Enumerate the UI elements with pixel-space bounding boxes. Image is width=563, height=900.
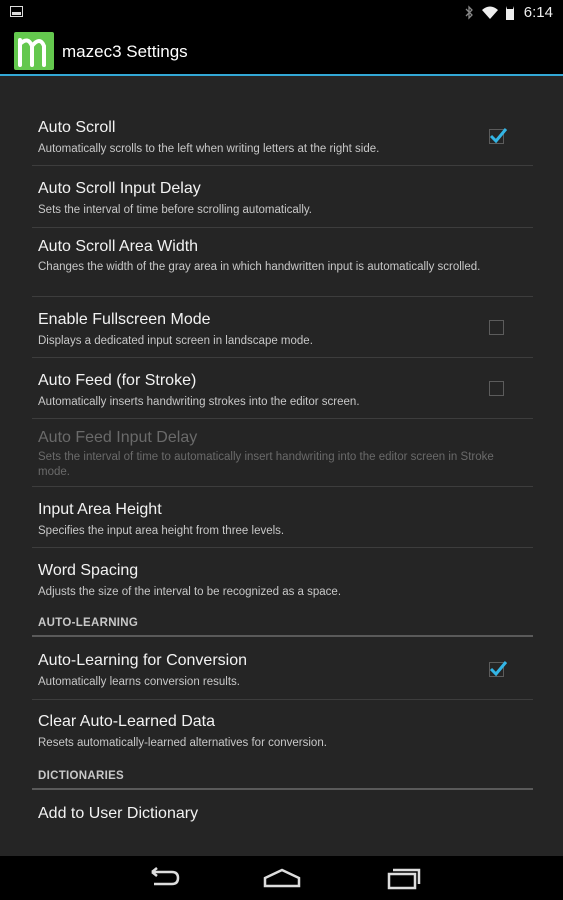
bluetooth-icon — [465, 5, 473, 20]
setting-auto-scroll-input-delay[interactable]: Auto Scroll Input Delay Sets the interva… — [32, 166, 533, 226]
setting-enable-fullscreen-mode[interactable]: Enable Fullscreen Mode Displays a dedica… — [32, 297, 533, 357]
setting-summary: Automatically learns conversion results. — [38, 676, 240, 688]
setting-title: Auto Scroll — [38, 119, 116, 136]
setting-summary: Resets automatically-learned alternative… — [38, 737, 327, 749]
setting-auto-scroll-area-width[interactable]: Auto Scroll Area Width Changes the width… — [32, 228, 533, 296]
status-bar: 6:14 — [0, 0, 563, 26]
setting-summary: Automatically scrolls to the left when w… — [38, 143, 380, 155]
checkmark-icon — [489, 661, 508, 677]
wifi-icon — [481, 6, 498, 19]
setting-auto-scroll[interactable]: Auto Scroll Automatically scrolls to the… — [32, 104, 533, 164]
back-icon[interactable] — [142, 866, 182, 890]
setting-title: Auto-Learning for Conversion — [38, 652, 248, 669]
app-logo-icon[interactable] — [14, 32, 54, 70]
setting-auto-feed[interactable]: Auto Feed (for Stroke) Automatically ins… — [32, 358, 533, 418]
action-bar: mazec3 Settings — [0, 26, 563, 76]
home-icon[interactable] — [262, 866, 302, 890]
setting-title: Word Spacing — [38, 562, 139, 579]
setting-summary: Automatically inserts handwriting stroke… — [38, 396, 360, 408]
category-dictionaries: DICTIONARIES — [38, 770, 125, 782]
setting-title: Clear Auto-Learned Data — [38, 713, 215, 730]
navigation-bar — [0, 856, 563, 900]
auto-learning-checkbox[interactable] — [489, 661, 508, 677]
setting-add-to-user-dictionary[interactable]: Add to User Dictionary — [32, 791, 533, 841]
setting-input-area-height[interactable]: Input Area Height Specifies the input ar… — [32, 487, 533, 547]
setting-title: Enable Fullscreen Mode — [38, 311, 211, 328]
page-title: mazec3 Settings — [62, 42, 188, 61]
notification-icon — [10, 6, 23, 17]
setting-title: Auto Feed (for Stroke) — [38, 372, 197, 389]
battery-icon — [505, 5, 514, 20]
setting-title: Add to User Dictionary — [38, 805, 199, 822]
setting-summary: Sets the interval of time to automatical… — [38, 451, 494, 478]
recents-icon[interactable] — [383, 866, 423, 890]
setting-title: Auto Scroll Input Delay — [38, 180, 201, 197]
setting-summary: Sets the interval of time before scrolli… — [38, 204, 312, 216]
setting-auto-learning-conversion[interactable]: Auto-Learning for Conversion Automatical… — [32, 638, 533, 698]
settings-list[interactable]: Auto Scroll Automatically scrolls to the… — [0, 76, 563, 856]
status-clock: 6:14 — [523, 4, 553, 21]
fullscreen-mode-checkbox[interactable] — [489, 320, 504, 335]
setting-summary: Specifies the input area height from thr… — [38, 525, 285, 537]
setting-summary: Displays a dedicated input screen in lan… — [38, 335, 313, 347]
auto-feed-checkbox[interactable] — [489, 381, 504, 396]
setting-title: Auto Feed Input Delay — [38, 429, 198, 446]
setting-title: Auto Scroll Area Width — [38, 238, 199, 255]
category-divider — [32, 788, 533, 790]
category-divider — [32, 635, 533, 637]
category-auto-learning: AUTO-LEARNING — [38, 617, 139, 629]
setting-title: Input Area Height — [38, 501, 162, 518]
auto-scroll-checkbox[interactable] — [489, 128, 508, 144]
setting-clear-auto-learned-data[interactable]: Clear Auto-Learned Data Resets automatic… — [32, 700, 533, 760]
setting-summary: Adjusts the size of the interval to be r… — [38, 586, 342, 598]
setting-word-spacing[interactable]: Word Spacing Adjusts the size of the int… — [32, 548, 533, 608]
checkmark-icon — [489, 128, 508, 144]
setting-auto-feed-input-delay: Auto Feed Input Delay Sets the interval … — [32, 419, 533, 486]
setting-summary: Changes the width of the gray area in wh… — [38, 261, 481, 273]
